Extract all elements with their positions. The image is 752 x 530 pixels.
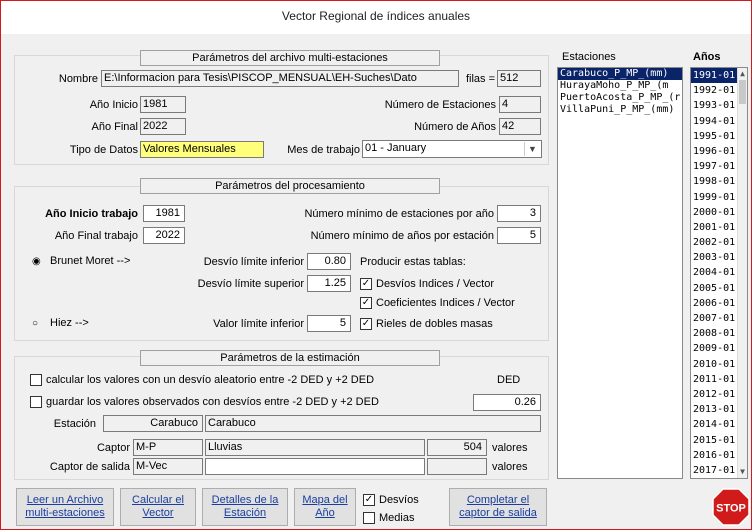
hiez-label: Hiez -->	[50, 317, 89, 329]
captor-salida-count-field[interactable]	[427, 458, 487, 475]
captor-name-field[interactable]: Lluvias	[205, 439, 425, 456]
captor-count-field[interactable]: 504	[427, 439, 487, 456]
tabla-rieles-label: Rieles de dobles masas	[376, 318, 493, 330]
brunet-label: Brunet Moret -->	[50, 255, 131, 267]
captor-salida-valores-label: valores	[492, 461, 528, 473]
inicio-trabajo-field[interactable]: 1981	[143, 205, 185, 222]
captor-salida-code-field[interactable]: M-Vec	[133, 458, 203, 475]
nombre-field[interactable]: E:\Informacion para Tesis\PISCOP_MENSUAL…	[101, 70, 459, 87]
anio-final-field[interactable]: 2022	[140, 118, 186, 135]
num-estaciones-label: Número de Estaciones	[384, 99, 496, 111]
stop-label: STOP	[716, 503, 746, 515]
estaciones-header: Estaciones	[562, 51, 616, 63]
valor-limite-field[interactable]: 5	[307, 315, 351, 332]
min-anios-label: Número mínimo de años por estación	[310, 230, 494, 242]
procesamiento-section-title: Parámetros del procesamiento	[140, 178, 440, 194]
detalles-estacion-button[interactable]: Detalles de la Estación	[202, 488, 288, 526]
estacion-label: Estación	[53, 418, 96, 430]
desvios-checkbox[interactable]: ✓ Desvíos	[363, 492, 419, 508]
ded-label: DED	[497, 374, 521, 386]
scrollbar[interactable]: ▲ ▼	[737, 68, 747, 478]
scroll-thumb[interactable]	[739, 80, 746, 104]
checkbox-empty-icon	[363, 512, 375, 524]
final-trabajo-field[interactable]: 2022	[143, 227, 185, 244]
estacion-item[interactable]: PuertoAcosta_P_MP_(r	[558, 92, 682, 104]
filas-field[interactable]: 512	[497, 70, 541, 87]
stop-sign-icon: STOP	[712, 488, 750, 526]
tabla-coeficientes-label: Coeficientes Indices / Vector	[376, 297, 515, 309]
scroll-down-icon[interactable]: ▼	[738, 466, 747, 478]
min-estaciones-field[interactable]: 3	[497, 205, 541, 222]
tabla-rieles-checkbox[interactable]: ✓ Rieles de dobles masas	[360, 316, 493, 332]
captor-salida-label: Captor de salida	[49, 461, 130, 473]
min-estaciones-label: Número mínimo de estaciones por año	[304, 208, 494, 220]
estacion-item[interactable]: VillaPuni_P_MP_(mm)	[558, 104, 682, 116]
leer-archivo-button[interactable]: Leer un Archivo multi-estaciones	[16, 488, 114, 526]
desvio-inferior-label: Desvío límite inferior	[203, 256, 304, 268]
mes-trabajo-select[interactable]: 01 - January ▼	[362, 140, 542, 158]
estacion-item[interactable]: Carabuco_P_MP_(mm)	[558, 68, 682, 80]
valor-limite-label: Valor límite inferior	[213, 318, 304, 330]
estimacion-section-title: Parámetros de la estimación	[140, 350, 440, 366]
num-estaciones-field[interactable]: 4	[499, 96, 541, 113]
final-trabajo-label: Año Final trabajo	[54, 230, 138, 242]
num-anios-label: Número de Años	[414, 121, 496, 133]
tipo-datos-field[interactable]: Valores Mensuales	[140, 141, 264, 158]
checkbox-checked-icon: ✓	[360, 297, 372, 309]
calcular-aleatorio-label: calcular los valores con un desvío aleat…	[46, 374, 375, 386]
medias-label: Medias	[379, 512, 415, 524]
desvios-label: Desvíos	[379, 494, 419, 506]
captor-code-field[interactable]: M-P	[133, 439, 203, 456]
estacion-name-field[interactable]: Carabuco	[205, 415, 541, 432]
desvio-superior-field[interactable]: 1.25	[307, 275, 351, 292]
producir-label: Producir estas tablas:	[360, 256, 466, 268]
inicio-trabajo-label: Año Inicio trabajo	[45, 208, 138, 220]
anios-header: Años	[693, 51, 721, 63]
checkbox-checked-icon: ✓	[360, 278, 372, 290]
ded-field[interactable]: 0.26	[473, 394, 541, 411]
window-title: Vector Regional de índices anuales	[0, 0, 752, 34]
anio-inicio-field[interactable]: 1981	[140, 96, 186, 113]
calcular-vector-button[interactable]: Calcular el Vector	[120, 488, 196, 526]
completar-captor-button[interactable]: Completar el captor de salida	[449, 488, 547, 526]
estaciones-list[interactable]: Carabuco_P_MP_(mm) HurayaMoho_P_MP_(m Pu…	[557, 67, 683, 479]
brunet-radio[interactable]: ◉ Brunet Moret -->	[32, 253, 130, 269]
mapa-anio-button[interactable]: Mapa del Año	[294, 488, 356, 526]
checkbox-checked-icon: ✓	[363, 494, 375, 506]
radio-empty-icon: ○	[32, 317, 39, 329]
captor-valores-label: valores	[492, 442, 528, 454]
checkbox-empty-icon	[30, 374, 42, 386]
anios-list[interactable]: 1991-01 1992-01 1993-01 1994-01 1995-01 1996-…	[690, 67, 748, 479]
calcular-aleatorio-checkbox[interactable]: calcular los valores con un desvío aleat…	[30, 372, 374, 388]
num-anios-field[interactable]: 42	[499, 118, 541, 135]
mes-trabajo-value: 01 - January	[365, 142, 427, 154]
guardar-observados-label: guardar los valores observados con desví…	[46, 396, 379, 408]
radio-selected-icon: ◉	[32, 255, 41, 267]
desvio-inferior-field[interactable]: 0.80	[307, 253, 351, 270]
anio-final-label: Año Final	[91, 121, 138, 133]
captor-salida-name-field[interactable]	[205, 458, 425, 475]
tabla-desvios-checkbox[interactable]: ✓ Desvíos Indices / Vector	[360, 276, 494, 292]
medias-checkbox[interactable]: Medias	[363, 510, 414, 526]
guardar-observados-checkbox[interactable]: guardar los valores observados con desví…	[30, 394, 379, 410]
min-anios-field[interactable]: 5	[497, 227, 541, 244]
desvio-superior-label: Desvío límite superior	[197, 278, 304, 290]
filas-label: filas =	[465, 73, 495, 85]
checkbox-checked-icon: ✓	[360, 318, 372, 330]
anio-inicio-label: Año Inicio	[89, 99, 138, 111]
tabla-coeficientes-checkbox[interactable]: ✓ Coeficientes Indices / Vector	[360, 295, 515, 311]
scroll-up-icon[interactable]: ▲	[738, 68, 747, 80]
chevron-down-icon[interactable]: ▼	[524, 142, 540, 156]
nombre-label: Nombre	[58, 73, 98, 85]
estacion-item[interactable]: HurayaMoho_P_MP_(m	[558, 80, 682, 92]
archivo-section-title: Parámetros del archivo multi-estaciones	[140, 50, 440, 66]
mes-trabajo-label: Mes de trabajo	[287, 144, 360, 156]
hiez-radio[interactable]: ○ Hiez -->	[32, 315, 89, 331]
tabla-desvios-label: Desvíos Indices / Vector	[376, 278, 494, 290]
captor-label: Captor	[96, 442, 130, 454]
estacion-code-field[interactable]: Carabuco	[103, 415, 203, 432]
stop-button[interactable]: STOP	[712, 488, 750, 526]
checkbox-empty-icon	[30, 396, 42, 408]
tipo-datos-label: Tipo de Datos	[69, 144, 138, 156]
